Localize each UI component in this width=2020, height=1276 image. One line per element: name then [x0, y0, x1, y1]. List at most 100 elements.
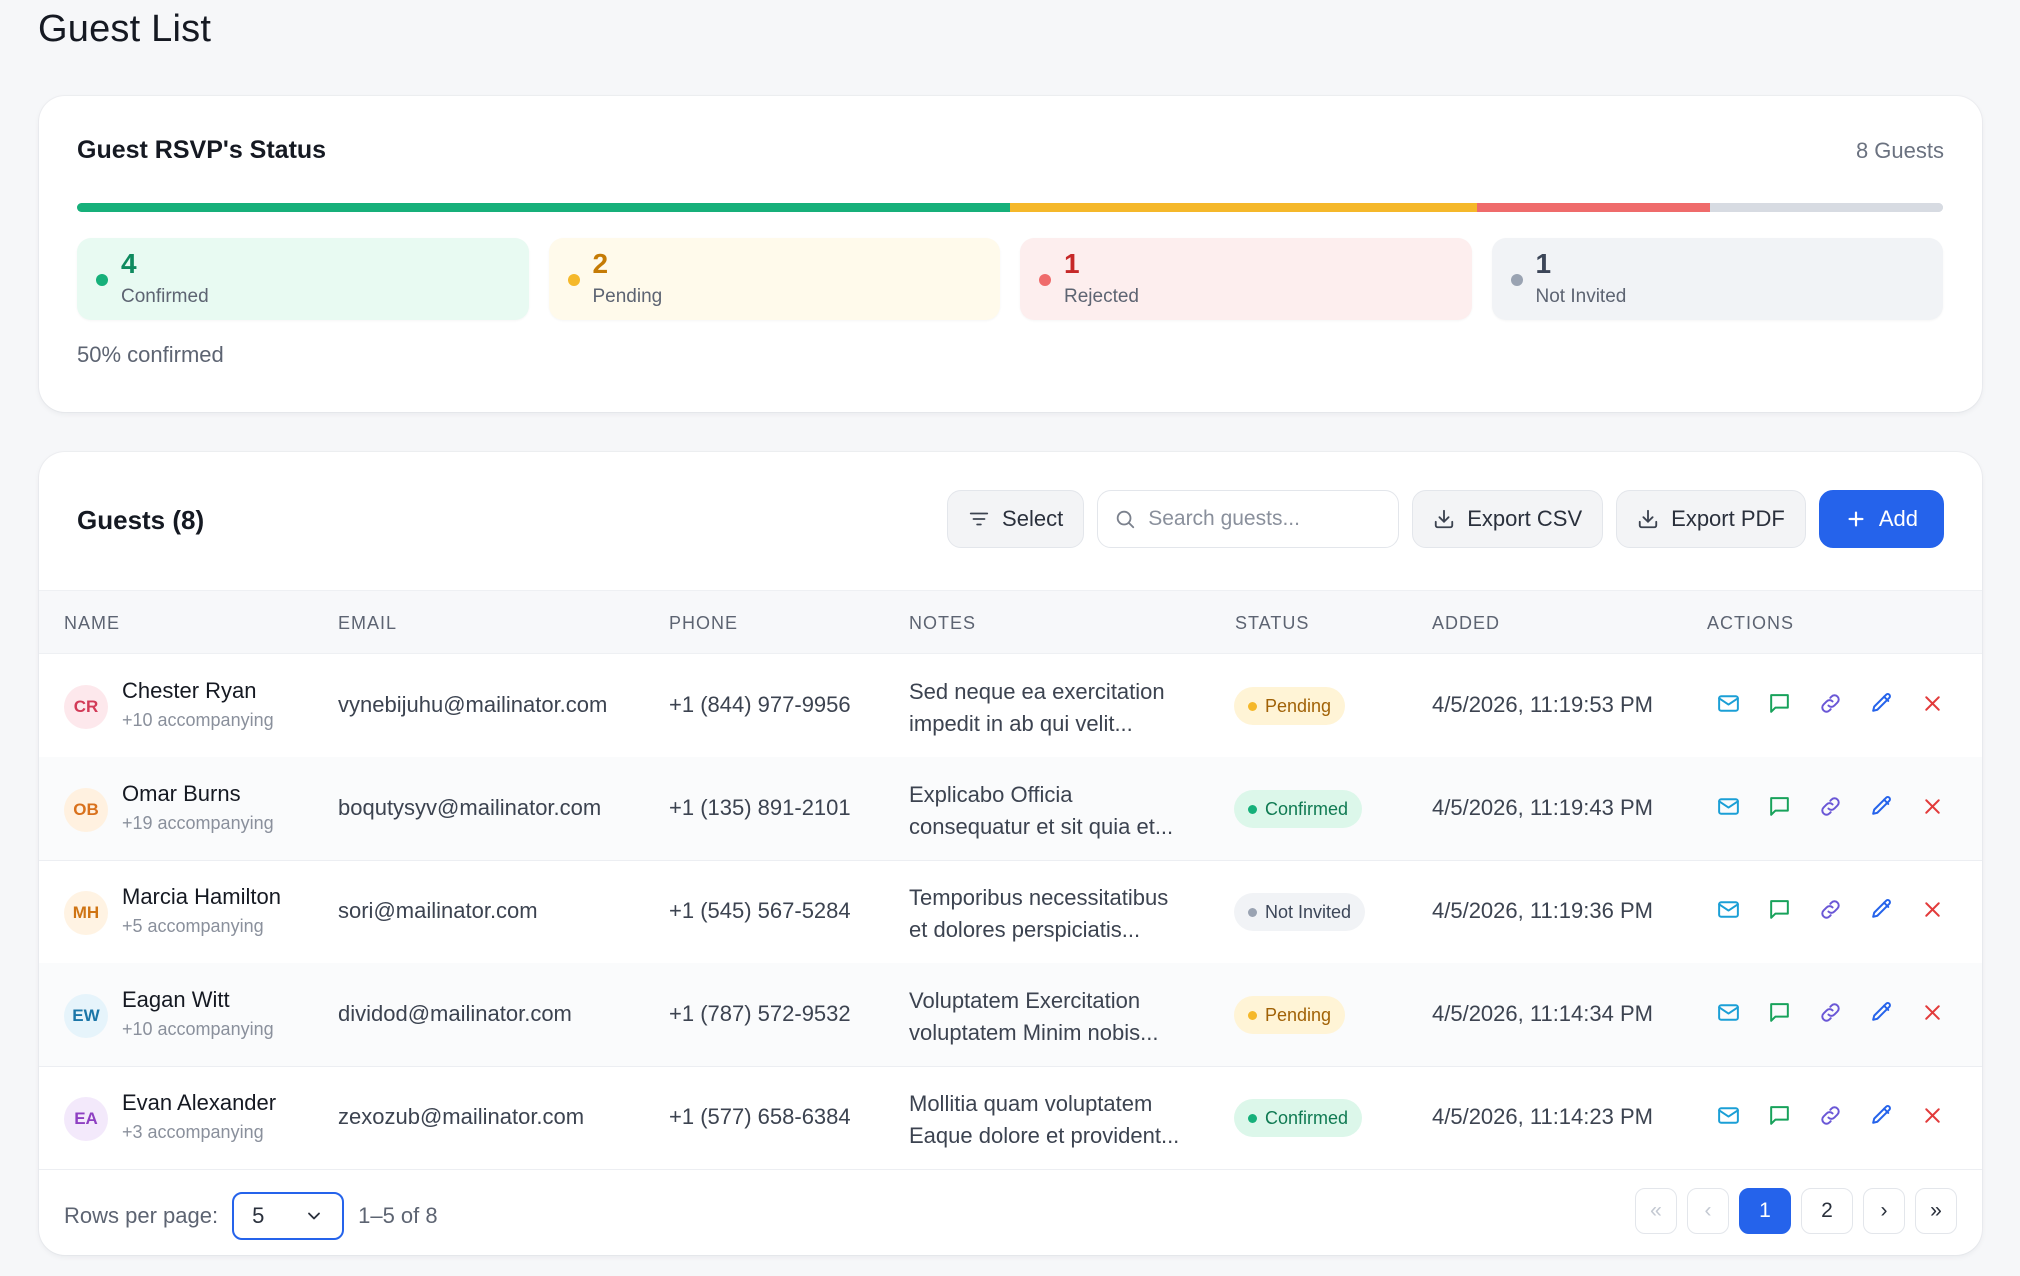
delete-guest-button[interactable] [1919, 896, 1945, 922]
message-guest-button[interactable] [1766, 999, 1792, 1025]
column-header-phone: PHONE [669, 613, 739, 633]
select-button[interactable]: Select [947, 490, 1085, 548]
page-button-1[interactable]: 1 [1739, 1188, 1791, 1234]
download-icon [1638, 509, 1658, 529]
notes-line: Eaque dolore et provident... [909, 1123, 1180, 1148]
rsvp-progress-bar [77, 203, 1943, 212]
status-dot [1510, 274, 1523, 286]
guest-added-date: 4/5/2026, 11:19:53 PM [1432, 692, 1653, 717]
stat-label: Not Invited [1535, 286, 1627, 307]
guest-name: Eagan Witt [122, 987, 230, 1012]
guests-title: Guests (8) [77, 505, 205, 535]
message-guest-button[interactable] [1766, 793, 1792, 819]
close-icon [1924, 901, 1940, 917]
search-box[interactable] [1097, 490, 1400, 548]
pencil-icon [1871, 795, 1891, 815]
email-guest-button[interactable] [1715, 690, 1741, 716]
guest-added-date: 4/5/2026, 11:19:43 PM [1432, 795, 1653, 820]
delete-guest-button[interactable] [1919, 690, 1945, 716]
row-actions [1715, 793, 1945, 819]
search-input[interactable] [1148, 507, 1379, 531]
page-title: Guest List [38, 8, 212, 50]
export-csv-button[interactable]: Export CSV [1412, 490, 1604, 548]
table-row: CR Chester Ryan +10 accompanying vynebij… [39, 654, 1982, 758]
stat-tile-not-invited: 1 Not Invited [1491, 238, 1943, 320]
stat-count: 1 [1535, 248, 1552, 279]
guest-name: Omar Burns [122, 781, 241, 806]
email-guest-button[interactable] [1715, 999, 1741, 1025]
export-pdf-button[interactable]: Export PDF [1616, 490, 1806, 548]
rows-per-page-select[interactable]: 5 [232, 1192, 345, 1240]
delete-guest-button[interactable] [1919, 1102, 1945, 1128]
prev-page-button[interactable]: ‹ [1687, 1188, 1729, 1234]
delete-guest-button[interactable] [1919, 793, 1945, 819]
edit-guest-button[interactable] [1868, 793, 1894, 819]
next-page-button[interactable]: › [1863, 1188, 1905, 1234]
message-guest-button[interactable] [1766, 896, 1792, 922]
guest-phone: +1 (787) 572-9532 [669, 1001, 851, 1026]
edit-guest-button[interactable] [1868, 896, 1894, 922]
table-header: NAME EMAIL PHONE NOTES STATUS ADDED ACTI… [39, 590, 1982, 654]
delete-guest-button[interactable] [1919, 999, 1945, 1025]
pencil-icon [1871, 1104, 1891, 1124]
progress-segment-not-invited [1709, 203, 1943, 212]
page-button-2[interactable]: 2 [1801, 1188, 1853, 1234]
email-guest-button[interactable] [1715, 1102, 1741, 1128]
guest-name: Chester Ryan [122, 678, 257, 703]
first-page-button[interactable]: « [1635, 1188, 1677, 1234]
email-guest-button[interactable] [1715, 896, 1741, 922]
link-icon [1820, 1105, 1840, 1125]
status-badge: Pending [1234, 687, 1346, 725]
avatar: MH [64, 891, 108, 935]
guests-toolbar: Select Export CSV Export PDF Add [947, 490, 1944, 548]
guest-accompanying: +19 accompanying [122, 813, 274, 833]
avatar: EA [64, 1097, 108, 1141]
status-dot [1248, 804, 1257, 814]
close-icon [1924, 1004, 1940, 1020]
rsvp-stat-tiles: 4 Confirmed 2 Pending 1 Rejected 1 Not I… [77, 238, 1943, 320]
message-guest-button[interactable] [1766, 1102, 1792, 1128]
rsvp-status-title: Guest RSVP's Status [77, 136, 327, 164]
add-guest-button[interactable]: Add [1818, 490, 1944, 548]
rows-per-page-control: Rows per page: 5 1–5 of 8 [64, 1192, 438, 1240]
guest-email: zexozub@mailinator.com [338, 1104, 585, 1129]
copy-link-button[interactable] [1817, 1102, 1843, 1128]
message-guest-button[interactable] [1766, 690, 1792, 716]
guest-added-date: 4/5/2026, 11:14:23 PM [1432, 1104, 1653, 1129]
guest-phone: +1 (135) 891-2101 [669, 795, 851, 820]
status-badge: Confirmed [1234, 1099, 1363, 1137]
copy-link-button[interactable] [1817, 896, 1843, 922]
message-icon [1769, 899, 1789, 919]
copy-link-button[interactable] [1817, 793, 1843, 819]
pencil-icon [1871, 1001, 1891, 1021]
guest-accompanying: +10 accompanying [122, 1019, 274, 1039]
row-actions [1715, 896, 1945, 922]
search-icon [1116, 510, 1135, 529]
guest-name: Evan Alexander [122, 1090, 277, 1115]
stat-tile-rejected: 1 Rejected [1020, 238, 1472, 320]
copy-link-button[interactable] [1817, 690, 1843, 716]
copy-link-button[interactable] [1817, 999, 1843, 1025]
email-guest-button[interactable] [1715, 793, 1741, 819]
stat-label: Confirmed [121, 286, 209, 307]
guest-email: vynebijuhu@mailinator.com [338, 692, 608, 717]
guest-email: boqutysyv@mailinator.com [338, 795, 602, 820]
export-pdf-label: Export PDF [1671, 506, 1785, 531]
notes-line: Temporibus necessitatibus [909, 885, 1169, 910]
chevron-down-icon [308, 1212, 321, 1220]
pagination-range: 1–5 of 8 [358, 1203, 438, 1228]
last-page-button[interactable]: » [1915, 1188, 1957, 1234]
status-dot [96, 274, 108, 286]
guest-added-date: 4/5/2026, 11:14:34 PM [1432, 1001, 1653, 1026]
status-dot [1248, 1113, 1257, 1123]
mail-icon [1717, 1106, 1739, 1124]
guest-accompanying: +10 accompanying [122, 710, 274, 730]
stat-count: 2 [592, 248, 609, 279]
edit-guest-button[interactable] [1868, 690, 1894, 716]
status-label: Pending [1265, 1004, 1332, 1025]
filter-icon [969, 512, 989, 526]
edit-guest-button[interactable] [1868, 1102, 1894, 1128]
edit-guest-button[interactable] [1868, 999, 1894, 1025]
notes-line: Explicabo Officia [909, 782, 1073, 807]
guest-phone: +1 (577) 658-6384 [669, 1104, 851, 1129]
